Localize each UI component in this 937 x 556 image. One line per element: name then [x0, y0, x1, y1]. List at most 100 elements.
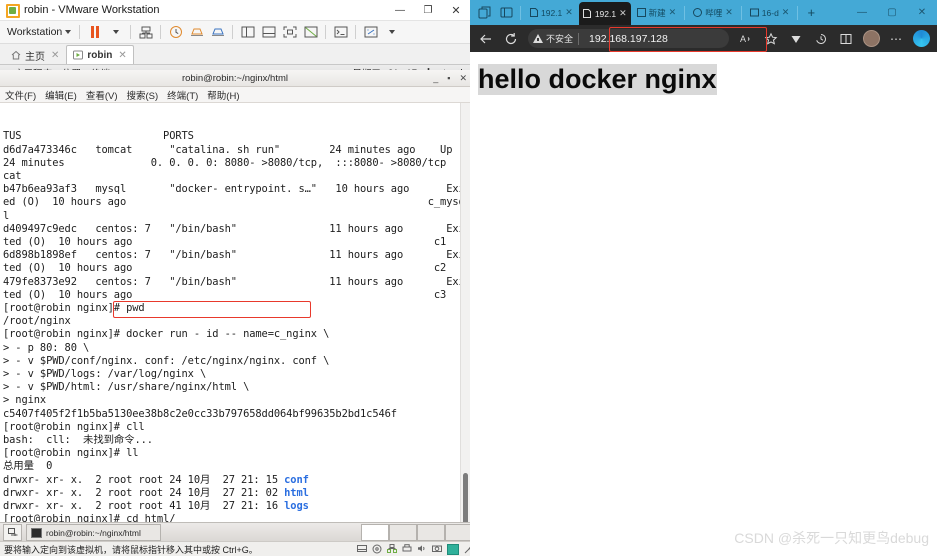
close-icon[interactable]: ✕	[725, 7, 733, 18]
terminal-menu-edit[interactable]: 编辑(E)	[45, 88, 77, 102]
page-icon	[749, 8, 759, 18]
browser-window-controls: — ▢ ✕	[847, 0, 937, 25]
terminal-menu-search[interactable]: 搜索(S)	[126, 88, 158, 102]
take-snapshot-icon[interactable]	[208, 24, 227, 41]
browser-tab-1[interactable]: 192.1 ✕	[578, 2, 631, 25]
page-icon	[529, 8, 538, 18]
cd-drive-icon[interactable]	[372, 544, 382, 556]
pause-icon[interactable]	[85, 24, 104, 41]
browser-tab-0[interactable]: 192.1 ✕	[525, 3, 577, 23]
browser-tab-2[interactable]: 新建 ✕	[633, 3, 681, 23]
workspace-3[interactable]	[417, 524, 445, 541]
vmware-window-controls: — ❐ ✕	[386, 0, 470, 20]
vmware-window-title: robin - VMware Workstation	[24, 4, 160, 16]
new-tab-button[interactable]: +	[802, 4, 820, 22]
collections-icon[interactable]	[785, 28, 807, 50]
revert-snapshot-icon[interactable]	[187, 24, 206, 41]
taskbar-item-label: robin@robin:~/nginx/html	[46, 527, 141, 538]
browser-tab-4[interactable]: 16-d ✕	[746, 3, 794, 23]
minimize-icon[interactable]: —	[847, 0, 877, 25]
history-icon[interactable]	[810, 28, 832, 50]
workspace-1[interactable]	[361, 524, 389, 541]
edge-browser-window: 192.1 ✕ 192.1 ✕ 新建 ✕ 哔哩 ✕ 16-d ✕ + — ▢ ✕…	[470, 0, 937, 556]
security-indicator[interactable]: 不安全	[533, 32, 573, 45]
dropdown-caret-icon[interactable]	[106, 24, 125, 41]
back-arrow-icon[interactable]	[475, 28, 497, 50]
minimize-icon[interactable]: _	[433, 73, 438, 83]
close-icon[interactable]: ✕	[51, 50, 59, 61]
split-screen-icon[interactable]	[835, 28, 857, 50]
taskbar-item-terminal[interactable]: robin@robin:~/nginx/html	[26, 524, 161, 541]
maximize-icon[interactable]: ❐	[414, 0, 442, 20]
workspace-switcher-icon[interactable]	[3, 524, 22, 541]
vmware-titlebar: robin - VMware Workstation — ❐ ✕	[0, 0, 470, 21]
vmware-tab-home[interactable]: 主页 ✕	[4, 45, 66, 64]
address-bar[interactable]: 不安全 192.168.197.128	[528, 27, 767, 52]
vmware-tab-robin[interactable]: robin ✕	[66, 45, 134, 64]
usb-icon[interactable]	[447, 544, 459, 555]
avatar-icon[interactable]	[860, 28, 882, 50]
workspace-2[interactable]	[389, 524, 417, 541]
snapshot-clock-icon[interactable]	[166, 24, 185, 41]
terminal-scrollbar-thumb[interactable]	[463, 473, 468, 522]
terminal-menu-file[interactable]: 文件(F)	[5, 88, 36, 102]
home-icon	[11, 50, 21, 60]
browser-tab-4-label: 16-d	[761, 7, 779, 18]
close-icon[interactable]: ✕	[669, 7, 677, 18]
show-thumbnail-bar-icon[interactable]	[259, 24, 278, 41]
terminal-menu-view[interactable]: 查看(V)	[86, 88, 118, 102]
close-icon[interactable]: ✕	[619, 8, 627, 19]
browser-toolbar: 不安全 192.168.197.128 A ⋯	[470, 25, 937, 52]
show-sidebar-icon[interactable]	[238, 24, 257, 41]
printer-icon[interactable]	[402, 544, 412, 555]
console-icon[interactable]	[331, 24, 350, 41]
snapshot-manager-icon[interactable]	[136, 24, 155, 41]
toolbar-divider	[355, 25, 357, 39]
copilot-icon[interactable]	[910, 28, 932, 50]
toolbar-divider	[232, 25, 234, 39]
terminal-menu-help[interactable]: 帮助(H)	[207, 88, 239, 102]
maximize-icon[interactable]: ▢	[877, 0, 907, 25]
tab-strip-divider	[797, 5, 799, 20]
browser-tab-2-label: 新建	[648, 7, 666, 18]
vmware-status-bar: 要将输入定向到该虚拟机，请将鼠标指针移入其中或按 Ctrl+G。	[0, 541, 470, 556]
unity-mode-icon[interactable]	[301, 24, 320, 41]
hard-disk-icon[interactable]	[357, 544, 367, 555]
sound-card-icon[interactable]	[417, 544, 427, 555]
network-adapter-icon[interactable]	[387, 544, 397, 555]
close-icon[interactable]: ✕	[907, 0, 937, 25]
fullscreen-icon[interactable]	[280, 24, 299, 41]
terminal-output[interactable]: TUS PORTS NAMES d6d7a473346c tomcat "cat…	[0, 103, 470, 522]
terminal-menu-terminal[interactable]: 终端(T)	[167, 88, 198, 102]
vmware-tab-bar: 主页 ✕ robin ✕	[0, 44, 470, 65]
workstation-menu-button[interactable]: Workstation	[4, 26, 74, 38]
close-icon[interactable]: ✕	[118, 50, 126, 61]
vmware-device-icons	[357, 544, 470, 556]
terminal-scrollbar[interactable]	[460, 103, 470, 522]
maximize-icon[interactable]: ▪	[447, 73, 450, 83]
vmware-tab-home-label: 主页	[25, 51, 45, 63]
tab-search-icon[interactable]	[496, 3, 516, 23]
terminal-menubar: 文件(F) 编辑(E) 查看(V) 搜索(S) 终端(T) 帮助(H)	[0, 87, 470, 103]
workspace-pager	[361, 524, 470, 541]
close-icon[interactable]: ✕	[459, 73, 467, 84]
toolbar-divider	[325, 25, 327, 39]
tab-actions-icon[interactable]	[474, 3, 494, 23]
chevron-down-icon[interactable]	[382, 24, 401, 41]
minimize-icon[interactable]: —	[386, 0, 414, 20]
browser-tab-3[interactable]: 哔哩 ✕	[689, 3, 737, 23]
close-icon[interactable]: ✕	[782, 7, 790, 18]
vm-guest-taskbar: robin@robin:~/nginx/html	[0, 522, 470, 542]
close-icon[interactable]: ✕	[442, 0, 470, 20]
camera-icon[interactable]	[432, 544, 442, 555]
stretch-icon[interactable]	[361, 24, 380, 41]
terminal-title-label: robin@robin:~/nginx/html	[181, 72, 289, 84]
vmware-tab-robin-label: robin	[87, 49, 113, 61]
screenshot-root: robin - VMware Workstation — ❐ ✕ Worksta…	[0, 0, 937, 556]
vmware-logo-icon	[6, 4, 20, 18]
browser-tab-3-label: 哔哩	[705, 7, 723, 18]
more-ellipsis-icon[interactable]: ⋯	[885, 28, 907, 50]
close-icon[interactable]: ✕	[565, 7, 573, 18]
refresh-icon[interactable]	[500, 28, 522, 50]
workspace-4[interactable]	[445, 524, 470, 541]
